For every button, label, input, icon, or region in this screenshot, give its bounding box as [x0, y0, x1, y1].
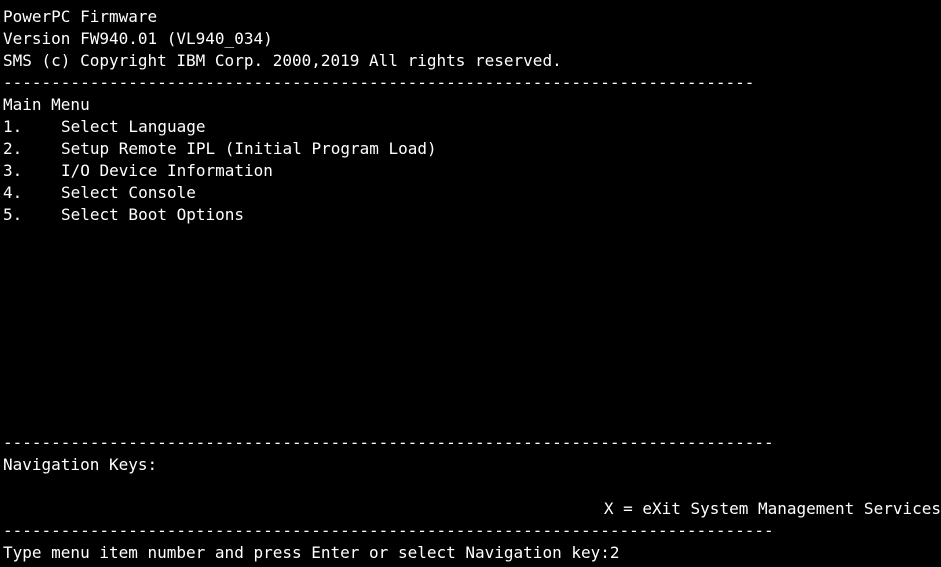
- menu-item-label: Select Boot Options: [61, 205, 245, 224]
- menu-item-setup-remote-ipl[interactable]: 2. Setup Remote IPL (Initial Program Load…: [3, 138, 437, 160]
- menu-item-select-boot-options[interactable]: 5. Select Boot Options: [3, 204, 244, 226]
- menu-item-label: Select Console: [61, 183, 196, 202]
- prompt-input[interactable]: 2: [610, 543, 620, 562]
- navigation-keys-title: Navigation Keys:: [3, 455, 158, 474]
- menu-item-label: Select Language: [61, 117, 206, 136]
- menu-item-number: 5.: [3, 205, 23, 224]
- exit-sms-key[interactable]: X = eXit System Management Services: [604, 498, 941, 520]
- menu-item-number: 3.: [3, 161, 23, 180]
- separator-prompt: ----------------------------------------…: [3, 521, 774, 540]
- menu-item-number: 4.: [3, 183, 23, 202]
- command-prompt: Type menu item number and press Enter or…: [3, 542, 620, 564]
- separator-navigation: ----------------------------------------…: [3, 433, 774, 452]
- menu-item-number: 2.: [3, 139, 23, 158]
- menu-item-number: 1.: [3, 117, 23, 136]
- menu-item-label: I/O Device Information: [61, 161, 273, 180]
- menu-title: Main Menu: [3, 95, 90, 114]
- separator-top: ----------------------------------------…: [3, 73, 755, 92]
- menu-item-select-language[interactable]: 1. Select Language: [3, 116, 206, 138]
- copyright-line: SMS (c) Copyright IBM Corp. 2000,2019 Al…: [3, 51, 562, 70]
- firmware-title: PowerPC Firmware: [3, 7, 158, 26]
- prompt-text: Type menu item number and press Enter or…: [3, 543, 610, 562]
- firmware-version: Version FW940.01 (VL940_034): [3, 29, 273, 48]
- sms-terminal: PowerPC Firmware Version FW940.01 (VL940…: [0, 0, 941, 567]
- menu-item-select-console[interactable]: 4. Select Console: [3, 182, 196, 204]
- menu-item-label: Setup Remote IPL (Initial Program Load): [61, 139, 437, 158]
- menu-item-io-device-information[interactable]: 3. I/O Device Information: [3, 160, 273, 182]
